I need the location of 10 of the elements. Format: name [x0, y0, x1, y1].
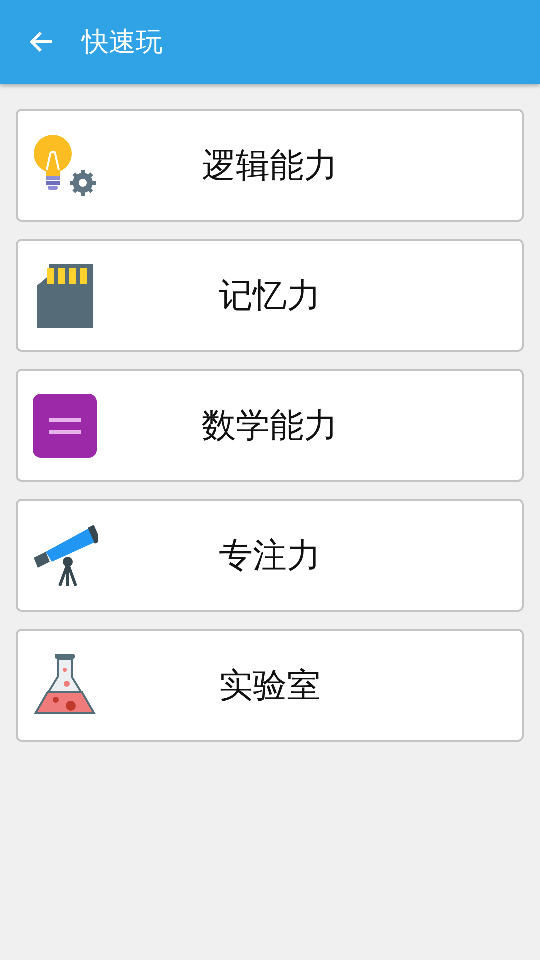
memory-card-icon — [37, 264, 93, 328]
menu-card[interactable]: 实验室 — [16, 629, 524, 742]
equals-icon — [33, 394, 97, 458]
menu-card[interactable]: 记忆力 — [16, 239, 524, 352]
lightbulb-gear-icon — [31, 134, 99, 198]
menu-card[interactable]: 逻辑能力 — [16, 109, 524, 222]
telescope-icon — [32, 524, 98, 588]
menu-card[interactable]: 专注力 — [16, 499, 524, 612]
menu-card[interactable]: 数学能力 — [16, 369, 524, 482]
screen-title: 快速玩 — [82, 26, 163, 60]
